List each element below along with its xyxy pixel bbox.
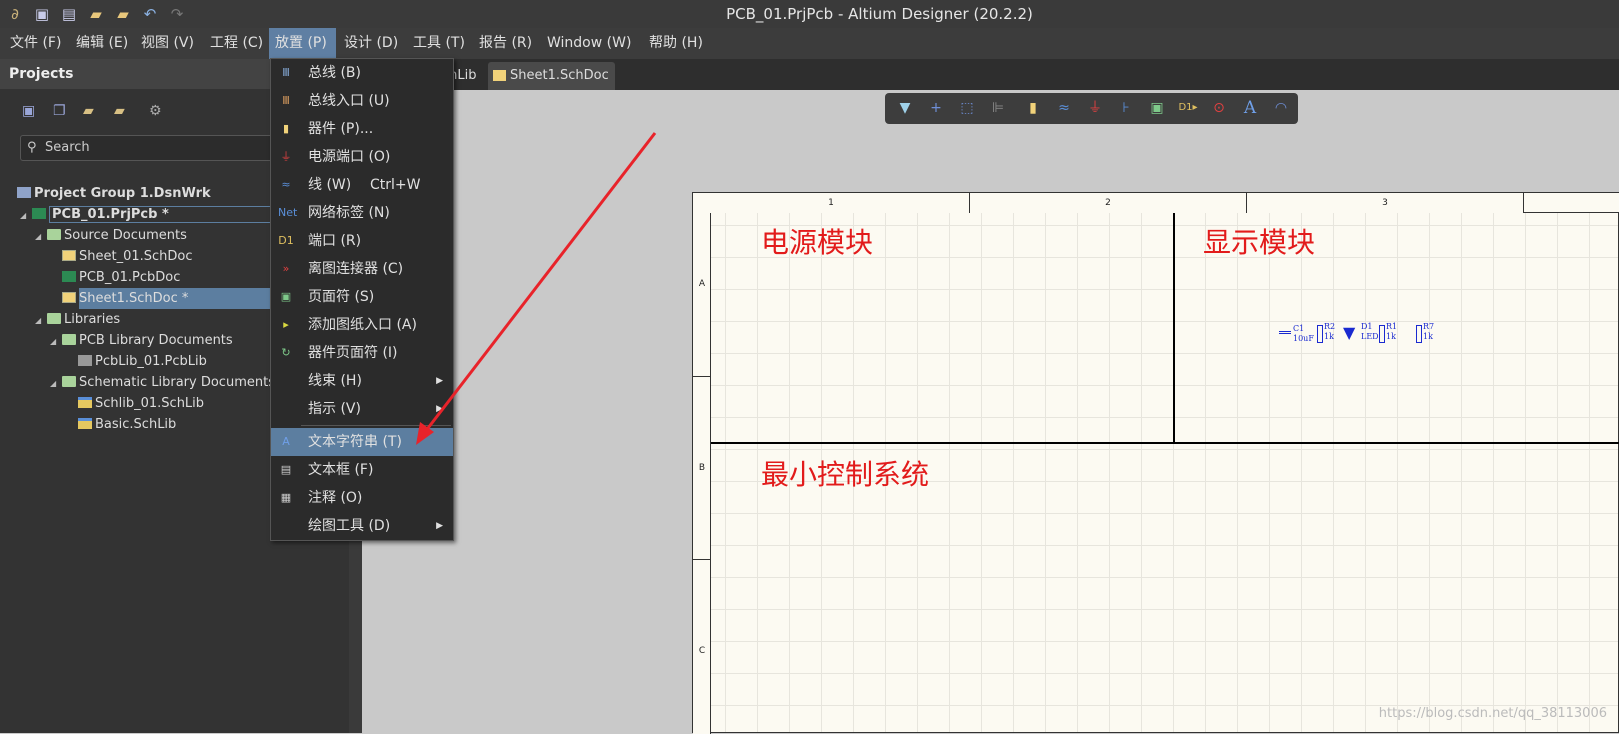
- watermark: https://blog.csdn.net/qq_38113006: [1378, 706, 1607, 721]
- annotation-arrow: [416, 132, 657, 445]
